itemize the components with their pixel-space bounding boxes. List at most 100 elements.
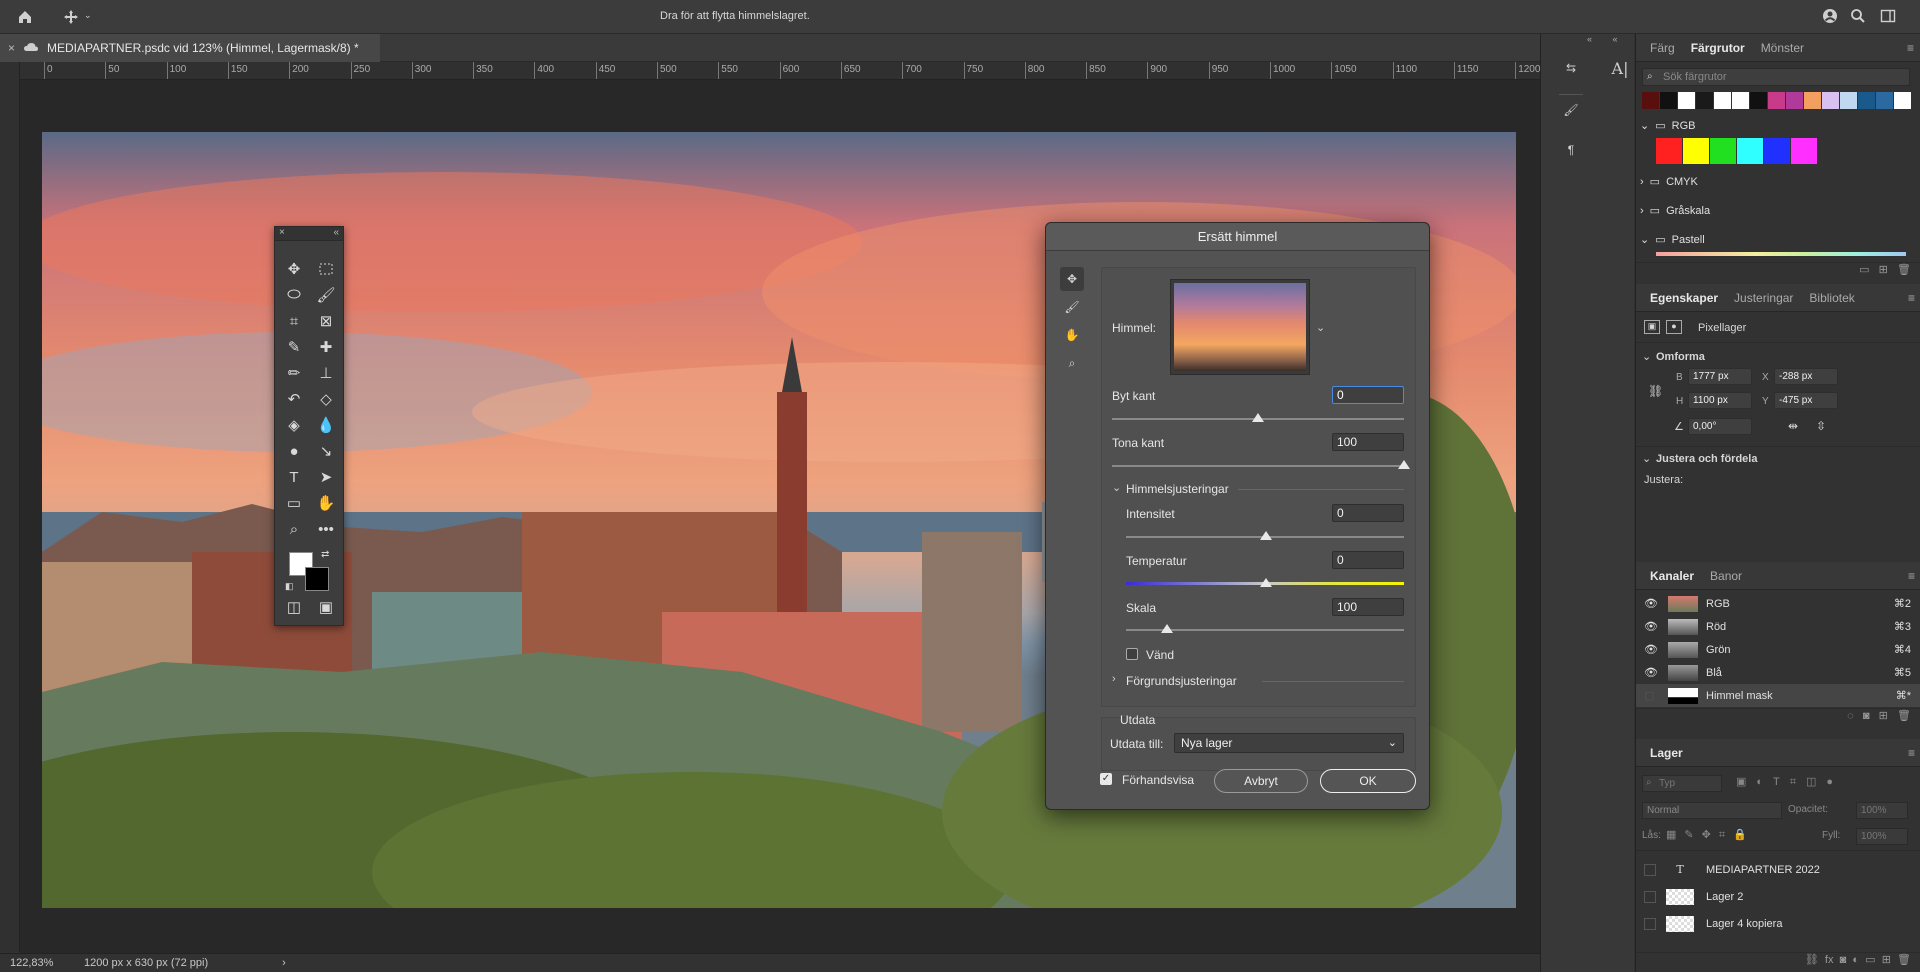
brush-tool-icon[interactable]: ✏ — [281, 361, 307, 385]
rgb-swatches[interactable] — [1656, 138, 1856, 164]
layer-filter-icons[interactable]: ▣◐T⌗◫● — [1736, 775, 1896, 789]
eye-icon[interactable]: 👁 — [1644, 597, 1660, 610]
sky-brush-tool-icon[interactable]: 🖌 — [1060, 295, 1084, 319]
new-group-icon[interactable]: ▭ — [1865, 954, 1875, 966]
channel-row[interactable]: 👁 Röd ⌘3 — [1636, 615, 1920, 638]
default-colors-icon[interactable]: ◧ — [285, 581, 294, 592]
more-tools-icon[interactable]: ••• — [313, 517, 339, 541]
add-mask-icon[interactable]: ◙ — [1840, 954, 1847, 966]
chevron-down-icon[interactable]: ⌄ — [1112, 481, 1121, 494]
flip-vertical-icon[interactable]: ⇳ — [1816, 419, 1826, 433]
visibility-toggle[interactable] — [1644, 890, 1656, 903]
swap-colors-icon[interactable]: ⇄ — [321, 549, 329, 560]
scale-slider-thumb[interactable] — [1161, 624, 1173, 633]
close-icon[interactable]: × — [8, 41, 15, 55]
visibility-toggle[interactable] — [1644, 917, 1656, 930]
chevron-down-icon[interactable]: ⌄ — [84, 10, 92, 21]
new-swatch-icon[interactable]: ⊞ — [1879, 264, 1888, 276]
tab-paths[interactable]: Banor — [1702, 569, 1750, 583]
dialog-title[interactable]: Ersätt himmel — [1046, 223, 1429, 251]
hand-tool-icon[interactable]: ✋ — [1060, 323, 1084, 347]
swatch-group-grayscale[interactable]: › ▭ Gråskala — [1640, 199, 1910, 222]
channel-row[interactable]: ▢ Himmel mask ⌘* — [1636, 684, 1920, 707]
fade-edge-slider-track[interactable] — [1112, 465, 1404, 467]
lasso-tool-icon[interactable] — [281, 283, 307, 307]
cancel-button[interactable]: Avbryt — [1214, 769, 1308, 793]
frame-tool-icon[interactable]: ⊠ — [313, 309, 339, 333]
adjustment-layer-icon[interactable]: ◐ — [1852, 954, 1859, 966]
crop-tool-icon[interactable]: ⌗ — [281, 309, 307, 333]
link-icon[interactable]: ⛓ — [1648, 384, 1663, 398]
sky-thumbnail[interactable] — [1170, 279, 1310, 375]
panel-menu-icon[interactable]: ≡ — [1900, 569, 1920, 583]
collapse-icon[interactable]: « — [1542, 34, 1592, 44]
collapse-icon[interactable]: « — [333, 227, 339, 238]
ok-button[interactable]: OK — [1320, 769, 1416, 793]
tab-adjustments[interactable]: Justeringar — [1726, 291, 1801, 305]
eye-icon[interactable]: 👁 — [1644, 620, 1660, 633]
load-selection-icon[interactable]: ◌ — [1847, 710, 1854, 722]
trash-icon[interactable]: 🗑 — [1897, 954, 1911, 966]
eraser-tool-icon[interactable]: ◇ — [313, 387, 339, 411]
tab-swatches[interactable]: Färgrutor — [1683, 41, 1753, 55]
channel-row[interactable]: 👁 Blå ⌘5 — [1636, 661, 1920, 684]
layer-filter-select[interactable]: Typ — [1642, 775, 1722, 792]
tab-color[interactable]: Färg — [1642, 41, 1683, 55]
y-input[interactable]: -475 px — [1774, 392, 1838, 409]
chevron-down-icon[interactable]: ⌄ — [1642, 452, 1651, 465]
pastel-swatches[interactable] — [1656, 252, 1906, 256]
shift-edge-slider-thumb[interactable] — [1252, 413, 1264, 422]
swatch-group-pastel[interactable]: ⌄ ▭ Pastell — [1640, 228, 1910, 251]
brightness-input[interactable]: 0 — [1332, 504, 1404, 522]
zoom-tool-icon[interactable]: ⌕ — [1060, 351, 1084, 375]
scale-input[interactable]: 100 — [1332, 598, 1404, 616]
output-to-select[interactable]: Nya lager ⌄ — [1174, 733, 1404, 753]
brightness-slider-thumb[interactable] — [1260, 531, 1272, 540]
zoom-tool-icon[interactable]: ⌕ — [281, 517, 307, 541]
width-input[interactable]: 1777 px — [1688, 368, 1752, 385]
new-channel-icon[interactable]: ⊞ — [1879, 710, 1888, 722]
blend-mode-select[interactable]: Normal — [1642, 802, 1782, 819]
move-tool-icon[interactable]: ✥ — [281, 257, 307, 281]
clone-stamp-tool-icon[interactable]: ⊥ — [313, 361, 339, 385]
height-input[interactable]: 1100 px — [1688, 392, 1752, 409]
home-icon[interactable] — [14, 6, 36, 28]
rectangle-tool-icon[interactable]: ▭ — [281, 491, 307, 515]
document-tab[interactable]: × MEDIAPARTNER.psdc vid 123% (Himmel, La… — [0, 34, 380, 62]
panel-menu-icon[interactable]: ≡ — [1899, 41, 1920, 55]
close-icon[interactable]: × — [279, 227, 285, 238]
hand-tool-icon[interactable]: ✋ — [313, 491, 339, 515]
quick-mask-icon[interactable]: ◫ — [281, 595, 307, 619]
dodge-tool-icon[interactable]: ● — [281, 439, 307, 463]
history-panel-icon[interactable]: ⇆ — [1559, 56, 1583, 80]
temperature-input[interactable]: 0 — [1332, 551, 1404, 569]
type-tool-icon[interactable]: T — [281, 465, 307, 489]
chevron-down-icon[interactable]: ⌄ — [1642, 350, 1651, 363]
tab-libraries[interactable]: Bibliotek — [1801, 291, 1862, 305]
angle-input[interactable]: 0,00° — [1688, 418, 1752, 435]
channel-row[interactable]: 👁 Grön ⌘4 — [1636, 638, 1920, 661]
recent-swatches[interactable] — [1642, 92, 1912, 110]
layer-row[interactable]: T MEDIAPARTNER 2022 — [1636, 856, 1920, 883]
flip-checkbox[interactable] — [1126, 648, 1138, 660]
pen-tool-icon[interactable]: ↘ — [313, 439, 339, 463]
tools-panel-header[interactable]: × « — [275, 227, 343, 241]
account-icon[interactable] — [1822, 8, 1838, 24]
opacity-input[interactable]: 100% — [1856, 802, 1908, 819]
screen-mode-icon[interactable]: ▣ — [313, 595, 339, 619]
panel-menu-icon[interactable]: ≡ — [1900, 746, 1920, 760]
tab-layers[interactable]: Lager — [1642, 746, 1691, 760]
character-panel-icon[interactable]: A| — [1607, 56, 1633, 80]
paragraph-icon[interactable]: ¶ — [1559, 138, 1583, 162]
move-tool-icon[interactable] — [60, 6, 82, 28]
shift-edge-input[interactable]: 0 — [1332, 386, 1404, 404]
search-icon[interactable] — [1850, 8, 1866, 24]
eye-icon[interactable]: 👁 — [1644, 666, 1660, 679]
layer-row[interactable]: Lager 4 kopiera — [1636, 910, 1920, 937]
panel-menu-icon[interactable]: ≡ — [1900, 291, 1920, 305]
eye-icon[interactable]: 👁 — [1644, 643, 1660, 656]
healing-brush-tool-icon[interactable]: ✚ — [313, 335, 339, 359]
visibility-toggle[interactable] — [1644, 863, 1656, 876]
sky-adjustments-label[interactable]: Himmelsjusteringar — [1126, 482, 1229, 496]
lock-icons[interactable]: ▦✎✥⌗🔒 — [1666, 828, 1796, 842]
